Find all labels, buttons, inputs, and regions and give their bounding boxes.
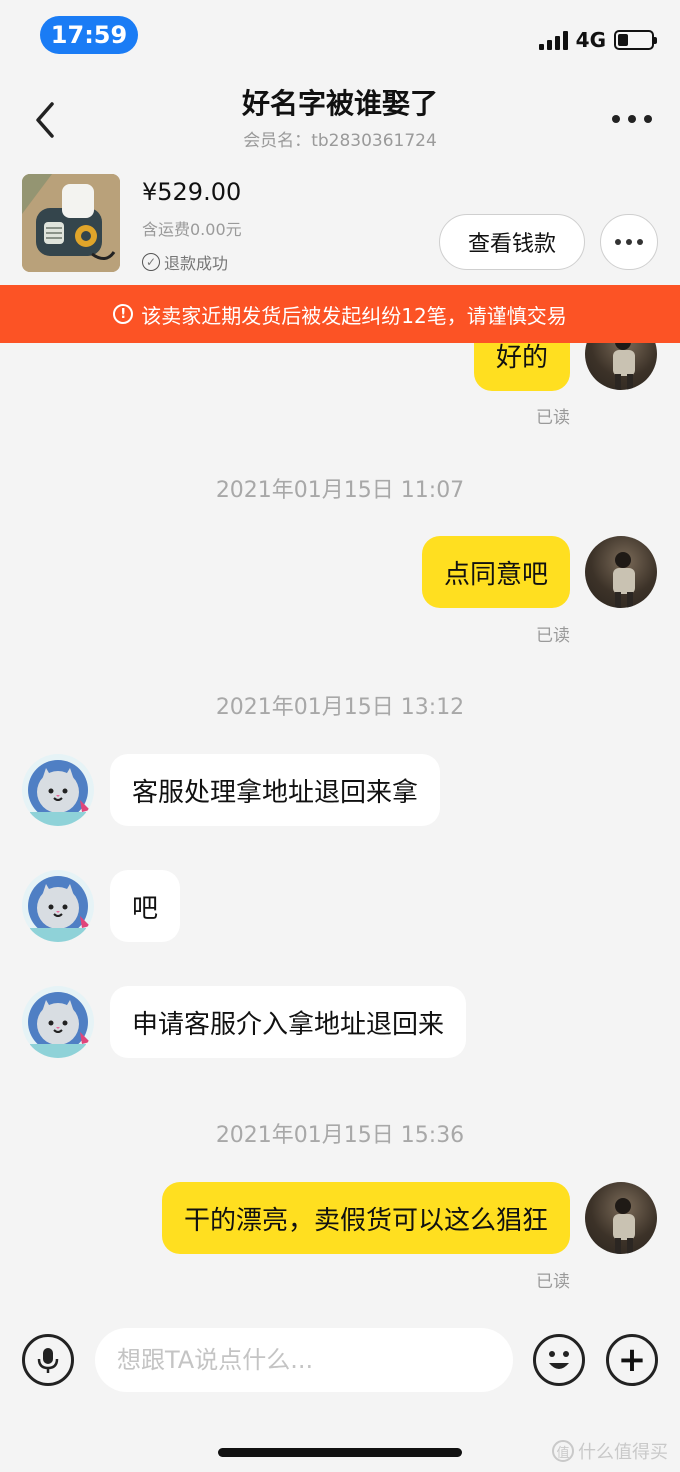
seller-warning-banner: ! 该卖家近期发货后被发起纠纷12笔，请谨慎交易 (0, 285, 680, 343)
read-status: 已读 (536, 1272, 570, 1292)
chat-title: 好名字被谁娶了 (241, 87, 438, 120)
plus-icon: + (617, 1340, 647, 1380)
check-circle-icon: ✓ (142, 253, 160, 271)
my-avatar[interactable] (585, 1182, 657, 1254)
seller-avatar[interactable] (22, 870, 94, 942)
smzdm-logo-icon: 值 (552, 1440, 574, 1462)
product-price: ¥529.00 (142, 178, 242, 206)
message-bubble-outgoing[interactable]: 好的 (473, 343, 570, 391)
message-bubble-incoming[interactable]: 吧 (110, 870, 181, 942)
chat-messages[interactable]: 好的 已读 2021年01月15日 11:07 点同意吧 已读 2021年01月… (0, 343, 680, 1320)
message-timestamp: 2021年01月15日 11:07 (215, 478, 465, 503)
person-photo (613, 552, 635, 608)
cat-astronaut-icon (28, 760, 90, 826)
person-photo (613, 343, 635, 390)
battery-icon (614, 30, 657, 50)
refund-status-label: 退款成功 (164, 254, 229, 273)
emoji-button[interactable] (533, 1334, 585, 1386)
network-label: 4G (575, 28, 606, 52)
battery-level (618, 34, 628, 46)
watermark-text: 什么值得买 (578, 1442, 668, 1463)
more-actions-button[interactable]: + (606, 1334, 658, 1386)
member-label: 会员名： (243, 131, 312, 151)
message-bubble-outgoing[interactable]: 点同意吧 (421, 536, 570, 608)
shipping-fee: 含运费0.00元 (142, 220, 242, 239)
signal-icon (538, 30, 568, 50)
seller-avatar[interactable] (22, 986, 94, 1058)
person-photo (613, 1198, 635, 1254)
more-options-button[interactable] (612, 104, 652, 134)
status-time: 17:59 (40, 16, 138, 54)
read-status: 已读 (536, 626, 570, 646)
status-icons: 4G (538, 28, 657, 52)
product-more-button[interactable] (600, 214, 658, 270)
seller-avatar[interactable] (22, 754, 94, 826)
member-id: tb2830361724 (311, 131, 437, 151)
smiley-icon (549, 1351, 569, 1369)
product-image (22, 174, 120, 272)
home-indicator (218, 1448, 462, 1457)
message-bubble-outgoing[interactable]: 干的漂亮，卖假货可以这么猖狂 (161, 1182, 570, 1254)
product-thumbnail[interactable] (22, 174, 120, 272)
message-timestamp: 2021年01月15日 13:12 (215, 695, 465, 720)
message-bubble-incoming[interactable]: 客服处理拿地址退回来拿 (110, 754, 441, 826)
watermark: 值 什么值得买 (552, 1438, 668, 1464)
voice-input-button[interactable] (22, 1334, 74, 1386)
exclamation-circle-icon: ! (113, 304, 134, 324)
warning-text: 该卖家近期发货后被发起纠纷12笔，请谨慎交易 (141, 303, 567, 328)
member-name: 会员名：tb2830361724 (0, 126, 680, 151)
message-input[interactable] (95, 1328, 513, 1392)
refund-status: ✓ 退款成功 (142, 250, 228, 274)
microphone-icon (37, 1348, 59, 1373)
read-status: 已读 (536, 408, 570, 428)
view-payment-button[interactable]: 查看钱款 (439, 214, 585, 270)
message-bubble-incoming[interactable]: 申请客服介入拿地址退回来 (110, 986, 467, 1058)
cat-astronaut-icon (28, 992, 90, 1058)
my-avatar[interactable] (585, 536, 657, 608)
message-timestamp: 2021年01月15日 15:36 (215, 1123, 465, 1148)
my-avatar[interactable] (585, 343, 657, 390)
cat-astronaut-icon (28, 876, 90, 942)
